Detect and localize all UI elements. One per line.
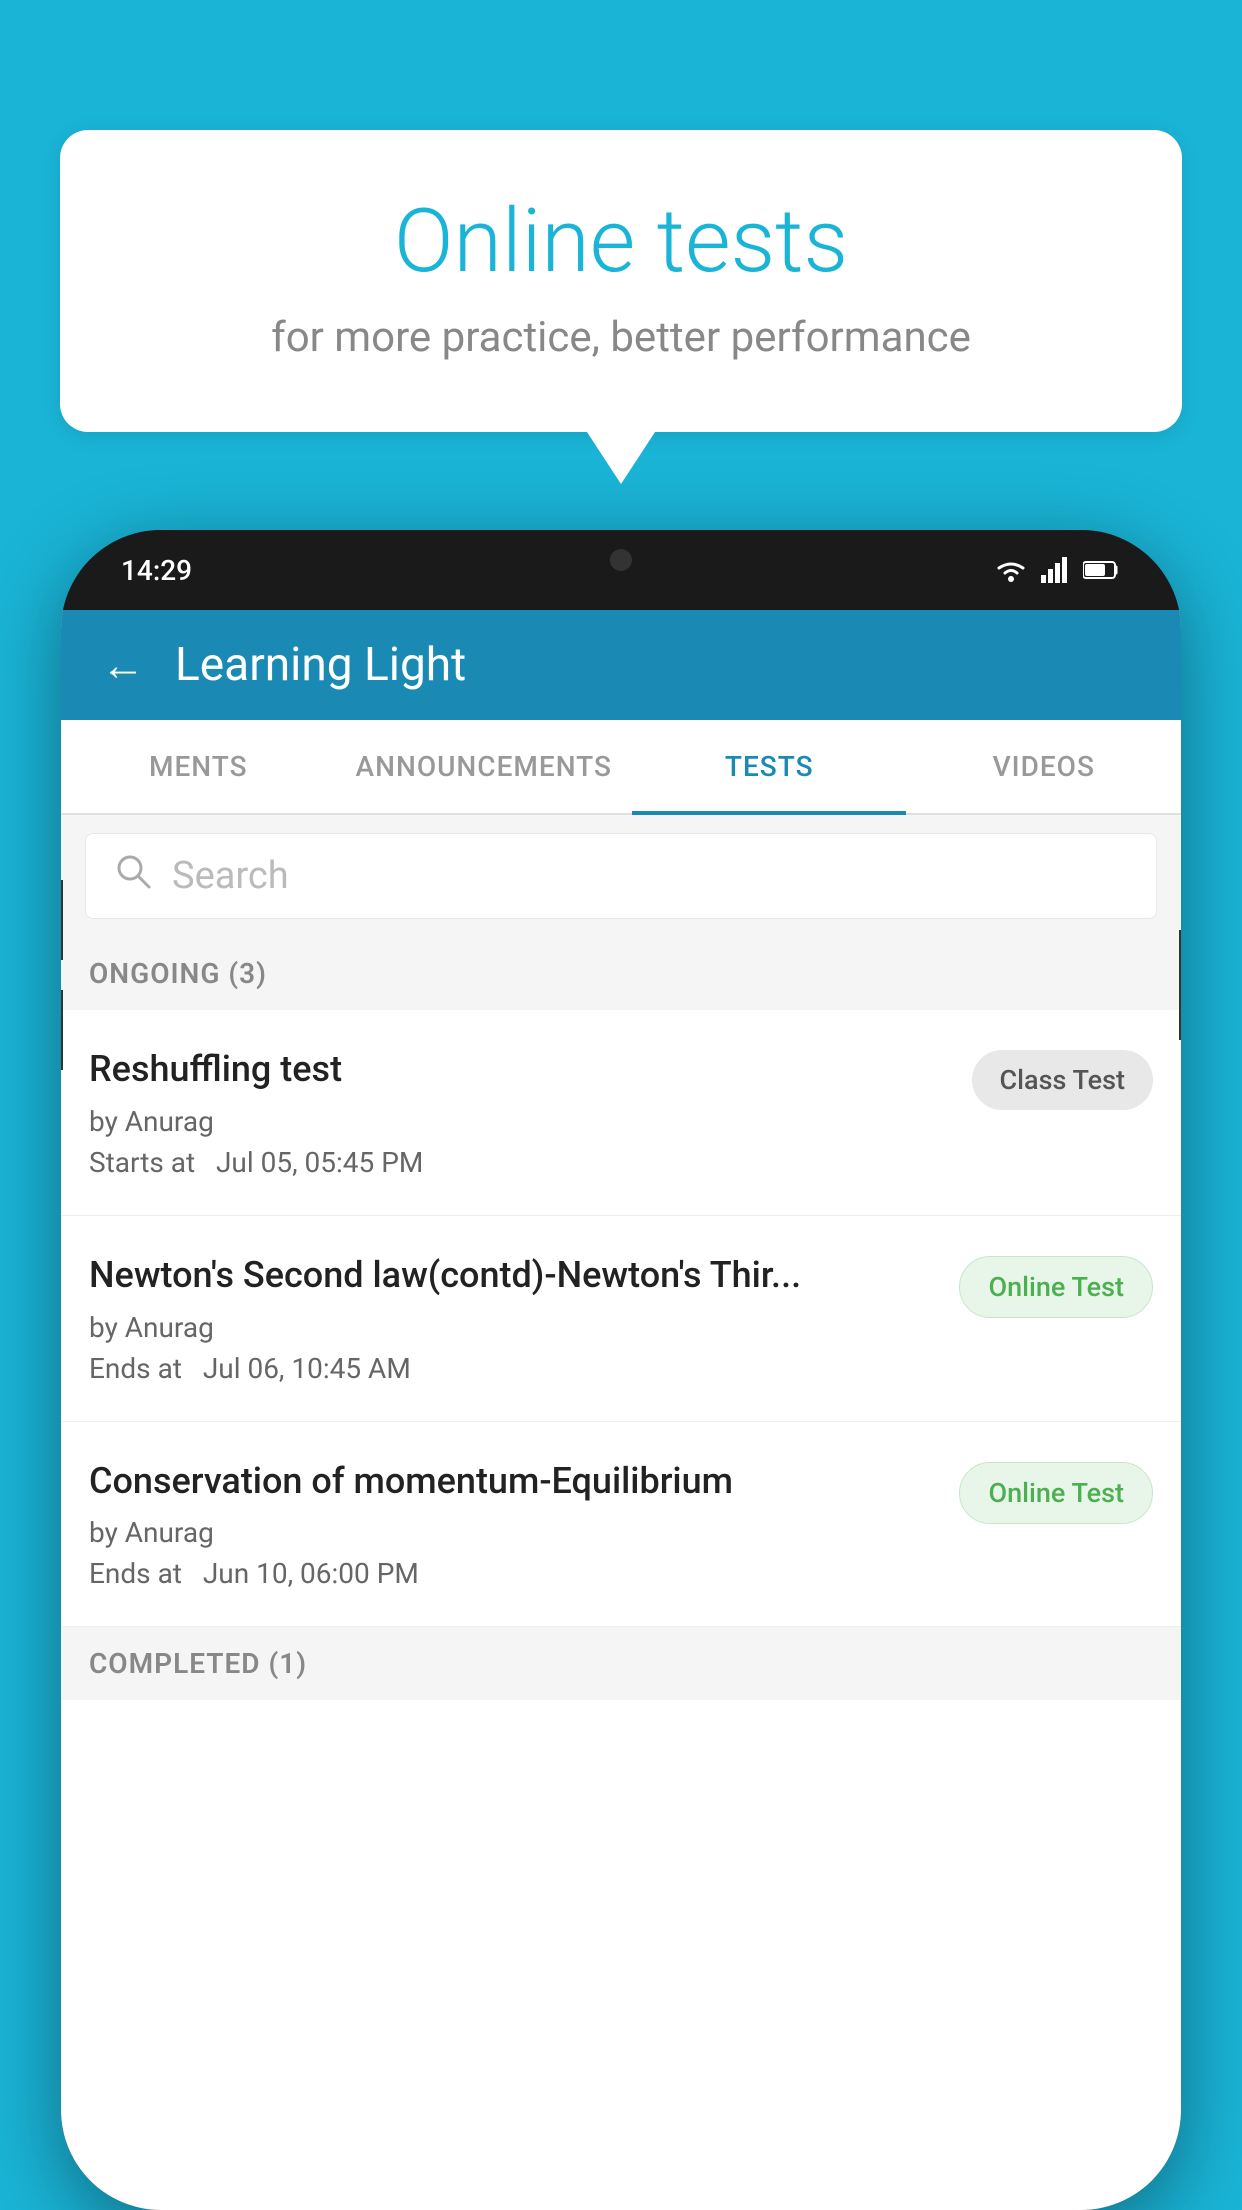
camera xyxy=(610,549,632,571)
test-item[interactable]: Conservation of momentum-Equilibrium by … xyxy=(61,1422,1181,1628)
test-author: by Anurag xyxy=(89,1105,952,1138)
ongoing-section-label: ONGOING (3) xyxy=(61,937,1181,1010)
search-input[interactable]: Search xyxy=(172,854,289,898)
test-time: Starts at Jul 05, 05:45 PM xyxy=(89,1146,952,1179)
test-author: by Anurag xyxy=(89,1516,939,1549)
test-time-label: Starts at xyxy=(89,1146,195,1179)
test-name: Newton's Second law(contd)-Newton's Thir… xyxy=(89,1252,939,1299)
speech-bubble-title: Online tests xyxy=(140,190,1102,293)
tab-ments[interactable]: MENTS xyxy=(61,720,336,813)
test-item[interactable]: Newton's Second law(contd)-Newton's Thir… xyxy=(61,1216,1181,1422)
test-time: Ends at Jul 06, 10:45 AM xyxy=(89,1352,939,1385)
battery-icon xyxy=(1083,560,1121,580)
test-time: Ends at Jun 10, 06:00 PM xyxy=(89,1557,939,1590)
test-info: Newton's Second law(contd)-Newton's Thir… xyxy=(89,1252,939,1385)
test-time-value: Jun 10, 06:00 PM xyxy=(203,1557,419,1590)
test-item[interactable]: Reshuffling test by Anurag Starts at Jul… xyxy=(61,1010,1181,1216)
status-time: 14:29 xyxy=(121,554,192,587)
phone-frame: 14:29 xyxy=(61,530,1181,2210)
test-badge-online: Online Test xyxy=(959,1256,1153,1318)
tab-tests[interactable]: TESTS xyxy=(632,720,907,813)
search-icon xyxy=(114,852,152,900)
app-header: ← Learning Light xyxy=(61,610,1181,720)
signal-icon xyxy=(1041,557,1071,583)
test-name: Reshuffling test xyxy=(89,1046,952,1093)
test-time-value: Jul 06, 10:45 AM xyxy=(203,1352,411,1385)
speech-bubble-container: Online tests for more practice, better p… xyxy=(60,130,1182,432)
test-name: Conservation of momentum-Equilibrium xyxy=(89,1458,939,1505)
volume-down-button[interactable] xyxy=(61,990,63,1070)
app-title: Learning Light xyxy=(175,638,466,692)
tabs-container: MENTS ANNOUNCEMENTS TESTS VIDEOS xyxy=(61,720,1181,815)
search-bar[interactable]: Search xyxy=(85,833,1157,919)
test-list: Reshuffling test by Anurag Starts at Jul… xyxy=(61,1010,1181,2210)
app-screen: ← Learning Light MENTS ANNOUNCEMENTS TES… xyxy=(61,610,1181,2210)
phone-notch xyxy=(521,530,721,590)
status-icons xyxy=(993,556,1121,584)
status-bar: 14:29 xyxy=(61,530,1181,610)
completed-section-label: COMPLETED (1) xyxy=(61,1627,1181,1700)
test-time-value: Jul 05, 05:45 PM xyxy=(216,1146,423,1179)
test-info: Conservation of momentum-Equilibrium by … xyxy=(89,1458,939,1591)
test-badge-class: Class Test xyxy=(972,1050,1154,1110)
search-container: Search xyxy=(61,815,1181,937)
test-author: by Anurag xyxy=(89,1311,939,1344)
tab-announcements[interactable]: ANNOUNCEMENTS xyxy=(336,720,632,813)
power-button[interactable] xyxy=(1179,930,1181,1040)
test-time-label: Ends at xyxy=(89,1352,182,1385)
tab-videos[interactable]: VIDEOS xyxy=(906,720,1181,813)
test-info: Reshuffling test by Anurag Starts at Jul… xyxy=(89,1046,952,1179)
test-badge-online-2: Online Test xyxy=(959,1462,1153,1524)
back-button[interactable]: ← xyxy=(101,639,145,691)
speech-bubble: Online tests for more practice, better p… xyxy=(60,130,1182,432)
wifi-icon xyxy=(993,556,1029,584)
volume-up-button[interactable] xyxy=(61,880,63,960)
speech-bubble-subtitle: for more practice, better performance xyxy=(140,313,1102,362)
test-time-label: Ends at xyxy=(89,1557,182,1590)
